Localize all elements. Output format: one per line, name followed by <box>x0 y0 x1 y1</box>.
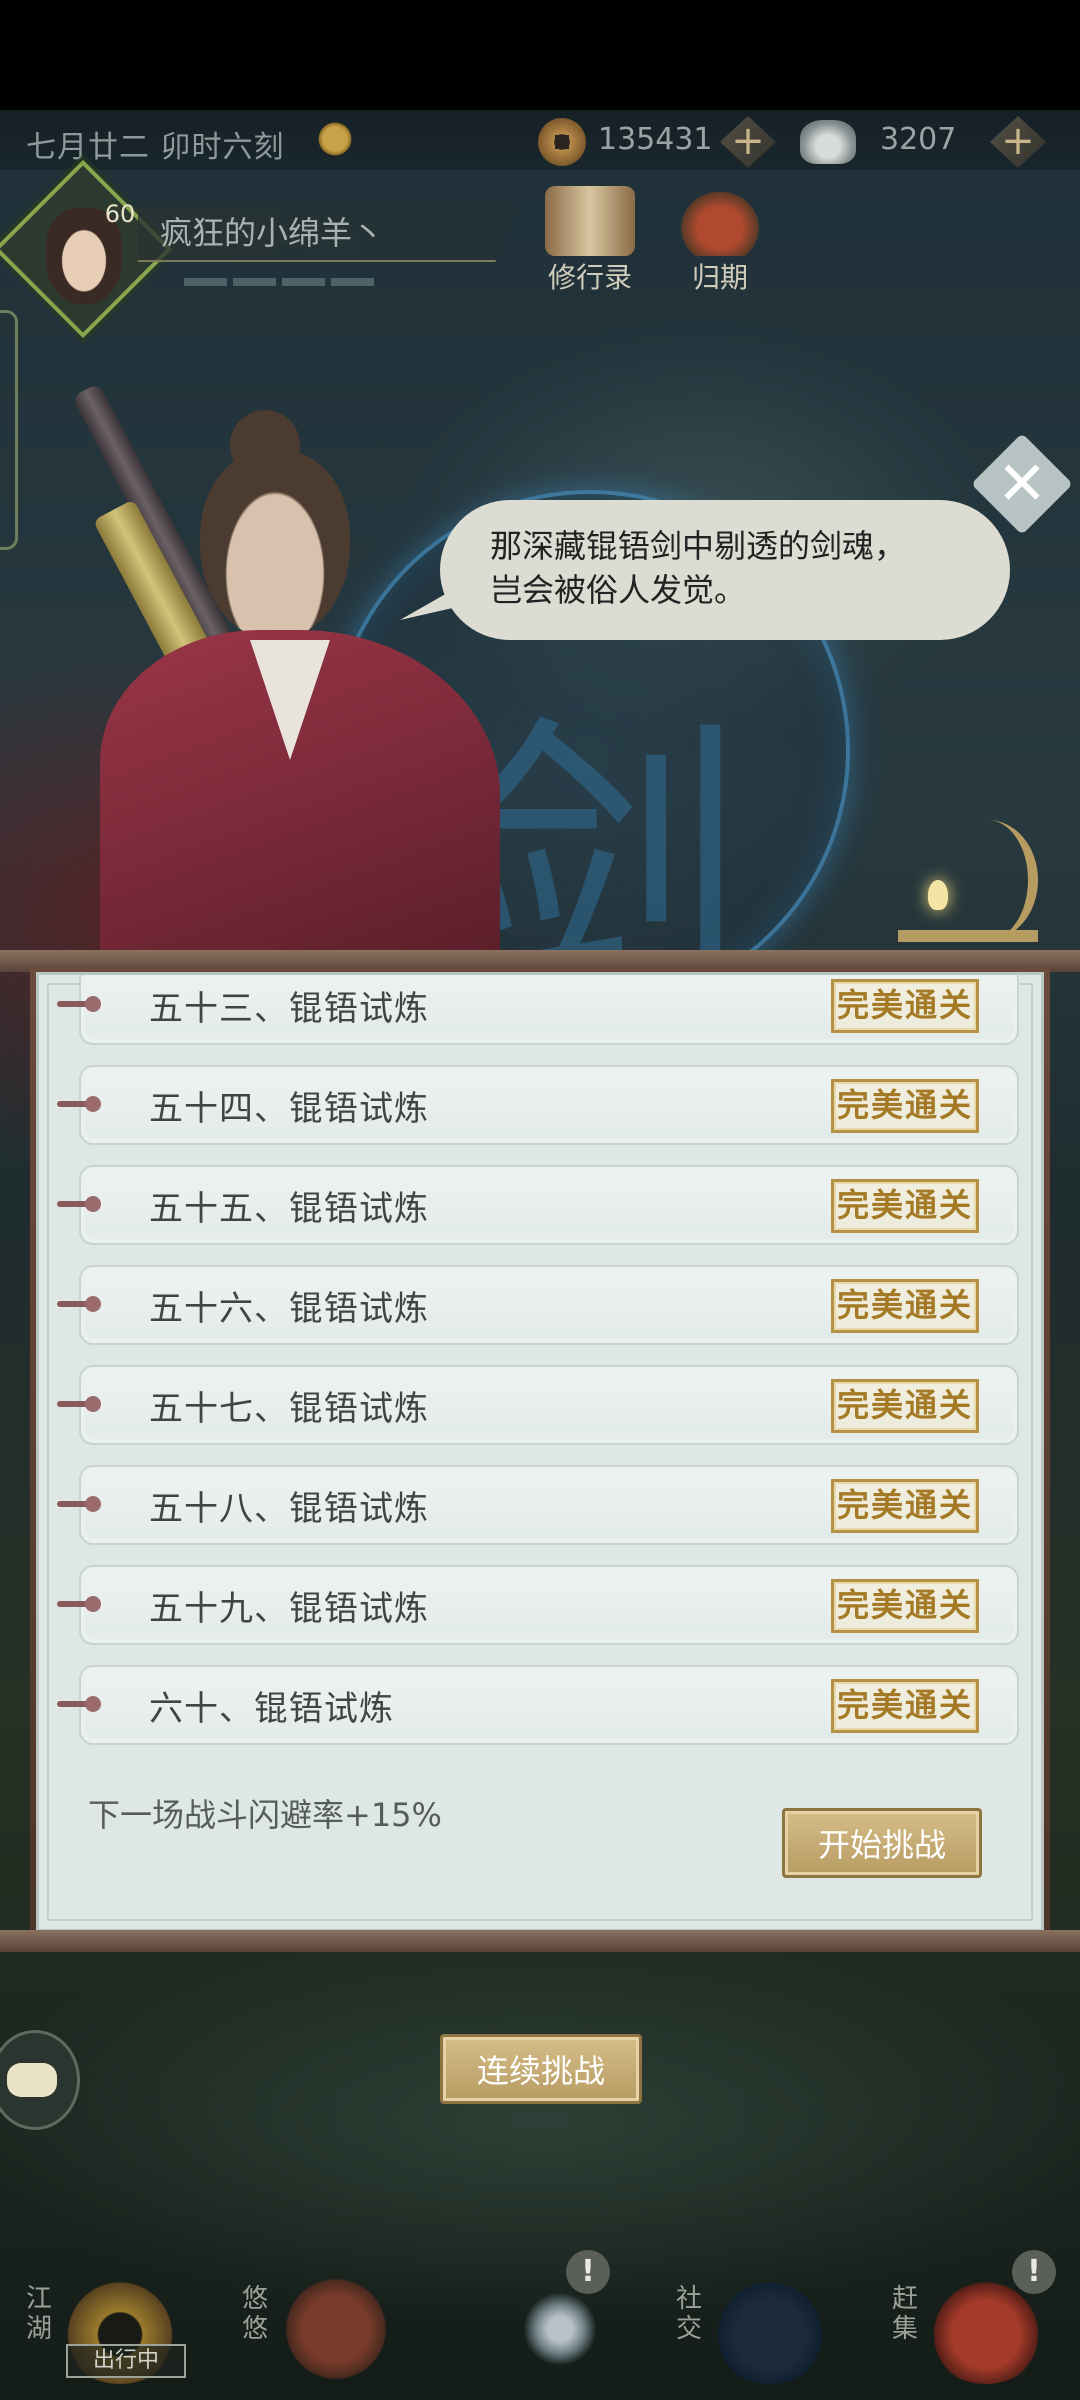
stage-row[interactable]: 六十、锟铻试炼 完美通关 <box>57 1665 1019 1745</box>
perfect-clear-badge: 完美通关 <box>831 1679 979 1733</box>
alert-icon: ! <box>566 2250 610 2294</box>
player-profile[interactable]: 60 疯狂的小绵羊丶 <box>0 159 530 339</box>
sun-icon <box>316 120 354 158</box>
experience-bar <box>184 278 374 286</box>
crescent-moon-icon <box>938 820 1038 940</box>
stage-row[interactable]: 五十五、锟铻试炼 完美通关 <box>57 1165 1019 1245</box>
stage-name: 五十八、锟铻试炼 <box>149 1489 429 1529</box>
perfect-clear-badge: 完美通关 <box>831 1479 979 1533</box>
game-screen: 七月廿二 卯时六刻 135431 + 3207 + 60 疯狂的小绵羊丶 修行录… <box>0 0 1080 2400</box>
close-icon: ✕ <box>996 449 1048 519</box>
stage-name: 五十三、锟铻试炼 <box>149 989 429 1029</box>
stage-name: 五十九、锟铻试炼 <box>149 1589 429 1629</box>
chat-bubble-icon <box>7 2063 57 2097</box>
side-drawer-handle[interactable] <box>0 310 18 550</box>
perfect-clear-badge: 完美通关 <box>831 1279 979 1333</box>
perfect-clear-badge: 完美通关 <box>831 1579 979 1633</box>
star-compass-icon <box>500 2274 620 2384</box>
add-coins-button[interactable]: + <box>720 116 776 168</box>
stage-name: 五十七、锟铻试炼 <box>149 1389 429 1429</box>
dialogue-bubble[interactable]: 那深藏锟铻剑中剔透的剑魂， 岂会被俗人发觉。 <box>440 500 1010 640</box>
perfect-clear-badge: 完美通关 <box>831 1379 979 1433</box>
stage-row[interactable]: 五十三、锟铻试炼 完美通关 <box>57 975 1019 1045</box>
stage-name: 五十五、锟铻试炼 <box>149 1189 429 1229</box>
traveling-status-tag: 出行中 <box>66 2344 186 2378</box>
stage-list-panel[interactable]: 五十三、锟铻试炼 完美通关 五十四、锟铻试炼 完美通关 五十五、锟铻试炼 完美通… <box>36 972 1044 1932</box>
return-date-button[interactable]: 归期 <box>660 186 780 296</box>
stage-row[interactable]: 五十九、锟铻试炼 完美通关 <box>57 1565 1019 1645</box>
coin-count: 135431 <box>598 122 713 157</box>
stage-name: 五十六、锟铻试炼 <box>149 1289 429 1329</box>
player-level: 60 <box>104 200 136 228</box>
stage-row[interactable]: 五十六、锟铻试炼 完美通关 <box>57 1265 1019 1345</box>
scroll-roller-bottom <box>0 1930 1080 1952</box>
nav-youyou[interactable]: 悠悠 <box>216 2250 416 2400</box>
game-date-time: 七月廿二 卯时六刻 <box>26 130 285 165</box>
candle-moon-ornament <box>898 820 1038 950</box>
bottom-navigation: 江湖 出行中 悠悠 ! 社交 赶集 ! <box>0 2250 1080 2400</box>
copper-coin-icon <box>538 118 586 166</box>
dialogue-line-2: 岂会被俗人发觉。 <box>490 571 747 609</box>
scroll-icon <box>545 186 635 256</box>
nav-social-label: 社交 <box>676 2284 703 2344</box>
perfect-clear-badge: 完美通关 <box>831 1179 979 1233</box>
battle-bonus-text: 下一场战斗闪避率+15% <box>88 1796 442 1834</box>
cultivation-record-label: 修行录 <box>547 261 632 294</box>
alert-icon: ! <box>1012 2250 1056 2294</box>
nav-market-label: 赶集 <box>892 2284 919 2344</box>
candle-icon <box>928 880 948 910</box>
nav-center[interactable]: ! <box>440 2250 640 2400</box>
cloud-pattern-icon <box>710 2274 830 2384</box>
stage-row[interactable]: 五十八、锟铻试炼 完美通关 <box>57 1465 1019 1545</box>
stage-row[interactable]: 五十七、锟铻试炼 完美通关 <box>57 1365 1019 1445</box>
dialogue-line-1: 那深藏锟铻剑中剔透的剑魂， <box>490 527 907 565</box>
swallow-icon <box>276 2274 396 2384</box>
player-name: 疯狂的小绵羊丶 <box>138 206 518 262</box>
silver-ingot-icon <box>800 120 856 164</box>
nav-youyou-label: 悠悠 <box>242 2284 269 2344</box>
stage-name: 六十、锟铻试炼 <box>149 1689 394 1729</box>
close-dialogue-button[interactable]: ✕ <box>971 433 1073 535</box>
add-silver-button[interactable]: + <box>990 116 1046 168</box>
perfect-clear-badge: 完美通关 <box>831 979 979 1033</box>
nav-jianghu[interactable]: 江湖 出行中 <box>0 2250 200 2400</box>
nav-social[interactable]: 社交 <box>650 2250 850 2400</box>
npc-head <box>200 450 350 640</box>
perfect-clear-badge: 完美通关 <box>831 1079 979 1133</box>
return-date-label: 归期 <box>691 261 748 294</box>
stage-row[interactable]: 五十四、锟铻试炼 完美通关 <box>57 1065 1019 1145</box>
npc-character <box>40 380 500 960</box>
start-challenge-button[interactable]: 开始挑战 <box>782 1808 982 1878</box>
nav-jianghu-label: 江湖 <box>26 2284 53 2344</box>
rider-icon <box>675 186 765 256</box>
cultivation-record-button[interactable]: 修行录 <box>530 186 650 296</box>
status-bar: 七月廿二 卯时六刻 135431 + 3207 + <box>0 110 1080 170</box>
silver-count: 3207 <box>880 122 957 157</box>
stage-name: 五十四、锟铻试炼 <box>149 1089 429 1129</box>
continuous-challenge-button[interactable]: 连续挑战 <box>440 2034 642 2104</box>
nav-market[interactable]: 赶集 ! <box>866 2250 1066 2400</box>
